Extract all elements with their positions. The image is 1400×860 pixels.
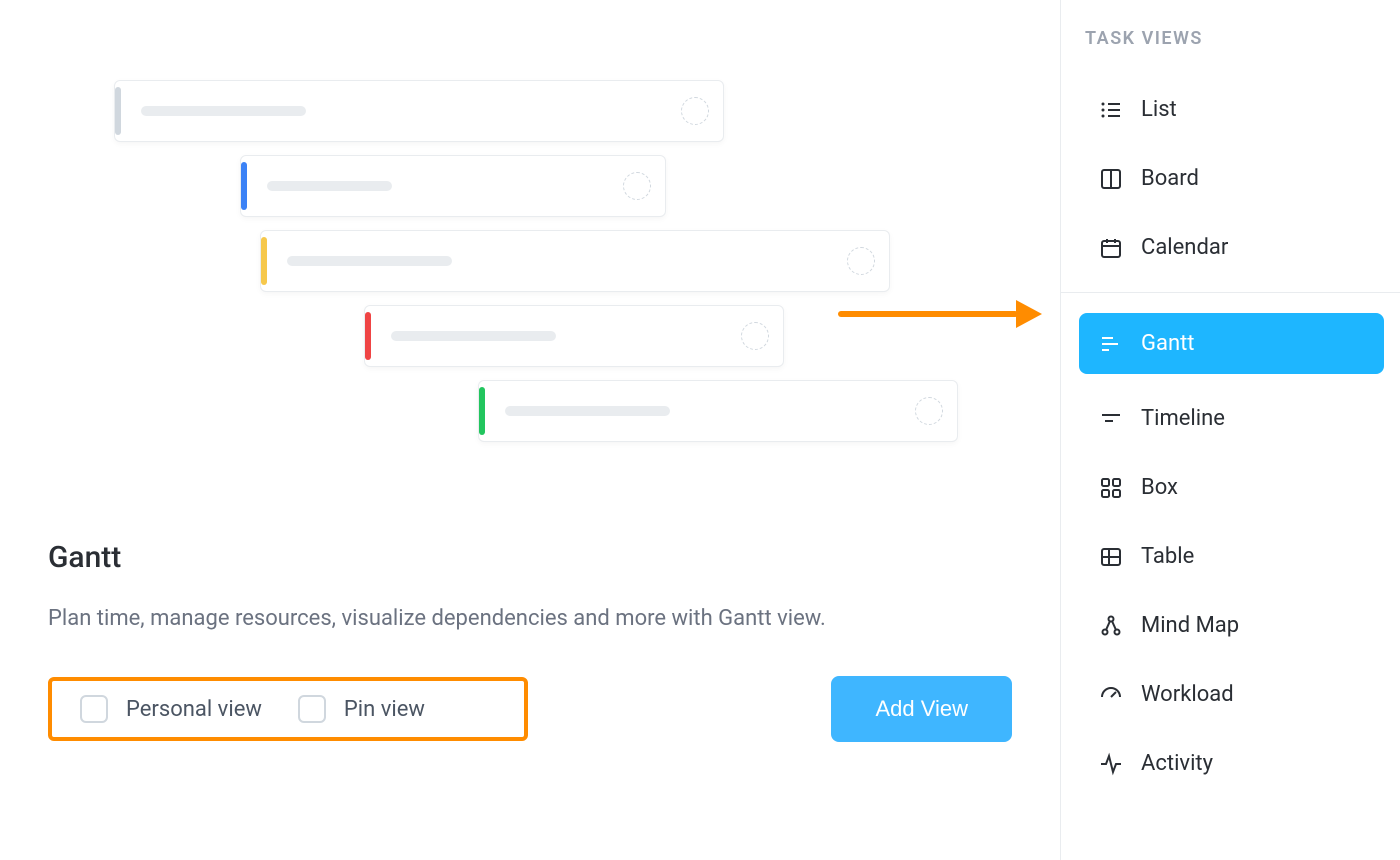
gantt-bar-text-placeholder <box>141 106 306 116</box>
view-item-label: Activity <box>1141 751 1213 776</box>
mindmap-icon <box>1099 614 1123 638</box>
view-item-timeline[interactable]: Timeline <box>1079 388 1384 449</box>
details-title: Gantt <box>48 540 1012 575</box>
view-item-board[interactable]: Board <box>1079 148 1384 209</box>
gantt-preview-bar <box>478 380 958 442</box>
gantt-bar-color-strip <box>241 162 247 210</box>
main-panel: Gantt Plan time, manage resources, visua… <box>0 0 1060 860</box>
gantt-preview-bar <box>364 305 784 367</box>
gantt-preview <box>48 80 1012 480</box>
gantt-bar-text-placeholder <box>391 331 556 341</box>
view-item-label: Calendar <box>1141 235 1228 260</box>
view-item-list[interactable]: List <box>1079 79 1384 140</box>
view-item-label: Timeline <box>1141 406 1225 431</box>
activity-icon <box>1099 752 1123 776</box>
gantt-bar-text-placeholder <box>267 181 392 191</box>
gantt-bar-color-strip <box>115 87 121 135</box>
gantt-icon <box>1099 332 1123 356</box>
gantt-preview-bar <box>114 80 724 142</box>
gantt-bar-text-placeholder <box>287 256 452 266</box>
separator <box>1061 292 1400 293</box>
view-item-label: Box <box>1141 475 1178 500</box>
view-item-label: Table <box>1141 544 1194 569</box>
view-item-label: Mind Map <box>1141 613 1239 638</box>
gantt-bar-end-circle <box>847 247 875 275</box>
pin-view-option[interactable]: Pin view <box>298 695 425 723</box>
view-details: Gantt Plan time, manage resources, visua… <box>48 540 1012 636</box>
view-item-table[interactable]: Table <box>1079 526 1384 587</box>
box-icon <box>1099 476 1123 500</box>
sidebar-heading: TASK VIEWS <box>1079 28 1384 49</box>
gantt-bar-color-strip <box>261 237 267 285</box>
calendar-icon <box>1099 236 1123 260</box>
gantt-bar-end-circle <box>681 97 709 125</box>
timeline-icon <box>1099 407 1123 431</box>
gantt-bar-color-strip <box>365 312 371 360</box>
add-view-button[interactable]: Add View <box>831 676 1012 742</box>
list-icon <box>1099 98 1123 122</box>
view-item-box[interactable]: Box <box>1079 457 1384 518</box>
board-icon <box>1099 167 1123 191</box>
personal-view-checkbox[interactable] <box>80 695 108 723</box>
view-item-calendar[interactable]: Calendar <box>1079 217 1384 278</box>
options-highlight-group: Personal view Pin view <box>48 677 528 741</box>
view-item-mindmap[interactable]: Mind Map <box>1079 595 1384 656</box>
gantt-bar-end-circle <box>623 172 651 200</box>
view-item-workload[interactable]: Workload <box>1079 664 1384 725</box>
personal-view-label: Personal view <box>126 697 262 722</box>
pin-view-checkbox[interactable] <box>298 695 326 723</box>
gantt-bar-end-circle <box>741 322 769 350</box>
gantt-preview-bar <box>260 230 890 292</box>
pin-view-label: Pin view <box>344 697 425 722</box>
gantt-preview-bar <box>240 155 666 217</box>
view-item-label: Workload <box>1141 682 1234 707</box>
gantt-bar-color-strip <box>479 387 485 435</box>
table-icon <box>1099 545 1123 569</box>
view-item-activity[interactable]: Activity <box>1079 733 1384 794</box>
view-list: List Board Calendar Gantt Timeline <box>1079 79 1384 794</box>
options-row: Personal view Pin view Add View <box>48 676 1012 742</box>
details-description: Plan time, manage resources, visualize d… <box>48 601 898 636</box>
view-item-label: Board <box>1141 166 1199 191</box>
gantt-bar-text-placeholder <box>505 406 670 416</box>
view-item-label: Gantt <box>1141 331 1195 356</box>
task-views-sidebar: TASK VIEWS List Board Calendar Gantt <box>1060 0 1400 860</box>
gantt-bar-end-circle <box>915 397 943 425</box>
view-item-label: List <box>1141 97 1177 122</box>
personal-view-option[interactable]: Personal view <box>80 695 262 723</box>
workload-icon <box>1099 683 1123 707</box>
highlight-arrow <box>838 300 1042 328</box>
view-item-gantt[interactable]: Gantt <box>1079 313 1384 374</box>
